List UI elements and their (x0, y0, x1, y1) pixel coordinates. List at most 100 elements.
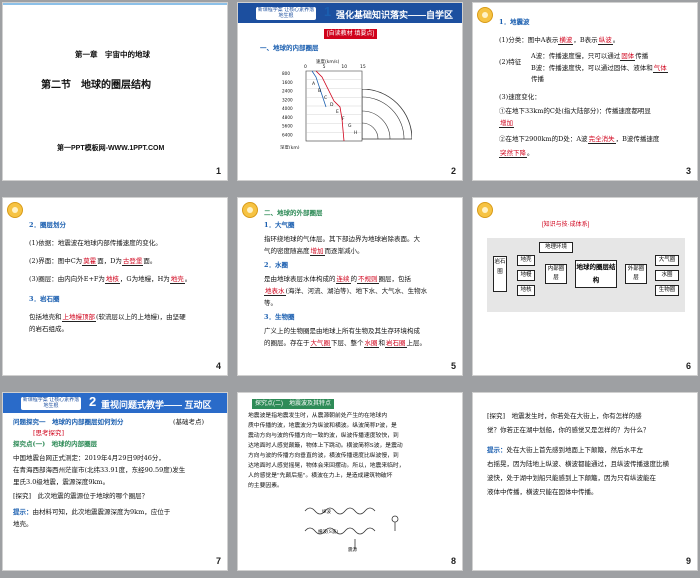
medal-icon (242, 202, 258, 218)
heading: 二、地球的外部圈层 (264, 209, 323, 217)
text-line: 广义上的生物圈是由地球上所有生物及其生存环境构成 (264, 327, 420, 335)
medal-icon (477, 7, 493, 23)
axis-label: 深度(km) (280, 144, 300, 149)
point-label: B (318, 88, 321, 94)
map-node-inner: 内部圈层 (545, 264, 567, 284)
point-label: E (336, 109, 339, 115)
slide-thumbnail-2[interactable]: 新课程学案 让核心素养落地生根 1 强化基础知识落实——自学区 [自读教材 填要… (237, 2, 463, 181)
y-tick-label: 5600 (282, 124, 293, 129)
tag-label: [知识与技·成体系] (542, 222, 590, 228)
axis-label: 速度(km/s) (316, 58, 340, 65)
text-line: 的圈层。存在于大气圈下层、整个水圈和岩石圈上层。 (264, 339, 426, 348)
x-tick-label: 15 (360, 64, 366, 70)
map-node-lithosphere: 岩石圈 (493, 256, 507, 292)
slide-number: 8 (450, 556, 456, 566)
text-line: 的主要因素。 (248, 483, 283, 489)
slide-thumbnail-1[interactable]: 第一章 宇宙中的地球 第二节 地球的圈层结构 第一PPT模板网-WWW.1PPT… (2, 2, 228, 181)
y-tick-label: 800 (282, 71, 290, 76)
text-line: 地壳。 (13, 520, 33, 528)
caption: 震源 (348, 548, 357, 553)
text-line: 在青海西部海西州茫崖市(北纬33.91度，东经90.59度)发生 (13, 466, 186, 474)
y-tick-label: 2400 (282, 89, 293, 94)
text-line: 地表水(海洋、河流、湖泊等)、地下水、大气水、生物水 (264, 287, 428, 296)
text-line: ①在地下33km的C处(指大陆部分)：传播速度都明显 (499, 107, 651, 115)
slide-thumbnail-6[interactable]: [知识与技·成体系] 地理环境 岩石圈 地壳 地幔 地核 内部圈层 地球的圈层结… (472, 197, 698, 376)
slide-thumbnail-9[interactable]: [探究] 地震发生时，你若处在大街上，你有怎样的感 觉？你若正在湖中划船，你的感… (472, 392, 698, 571)
slide-number: 4 (215, 361, 221, 371)
banner-title: 强化基础知识落实——自学区 (336, 10, 454, 20)
x-tick-label: 0 (304, 64, 307, 70)
slide-thumbnail-4[interactable]: 2．圈层划分 (1)依据：地震波在地球内部传播速度的变化。 (2)界面：图中C为… (2, 197, 228, 376)
y-tick-label: 4800 (282, 115, 293, 120)
point-label: H (354, 130, 357, 136)
map-node-mantle: 地幔 (517, 270, 535, 281)
text-line: 提示：由材料可知，此次地震震源深度为9km，应位于 (13, 508, 171, 516)
y-tick-label: 4000 (282, 106, 293, 111)
banner-title: 重视问题式教学—— 互动区 (101, 400, 212, 410)
text-line: (3)圈层：由内向外E+F为地核，G为地幔，H为地壳。 (29, 275, 192, 284)
question-note: (基础考点) (173, 418, 205, 426)
slide-number: 2 (450, 166, 456, 176)
heading: 2．水圈 (264, 261, 289, 269)
text-line: [探究] 此次地震的震源位于地球的哪个圈层？ (13, 492, 149, 500)
point-label: C (324, 95, 327, 101)
text-line: A波：传播速度慢，只可以通过固体传播 (531, 52, 649, 61)
section-number: 1 (324, 4, 332, 19)
map-node-env: 地理环境 (539, 242, 573, 253)
slide-number: 3 (685, 166, 691, 176)
map-node-outer: 外部圈层 (625, 264, 647, 284)
text-line: 觉？你若正在湖中划船，你的感觉又是怎样的？为什么？ (487, 426, 650, 434)
earth-section-diagram (362, 89, 412, 140)
map-node-core: 地核 (517, 285, 535, 296)
text-line: 里氏3.0级地震，震源深度9km。 (13, 478, 110, 486)
slide-number: 6 (685, 361, 691, 371)
text-line: 是由地球表层水体构成的连续的不规则圈层，包括 (264, 275, 411, 284)
logo: 新课程学案 让核心素养落地生根 (21, 397, 81, 410)
heading: 一、地球的内部圈层 (260, 44, 319, 52)
logo: 新课程学案 让核心素养落地生根 (256, 7, 316, 20)
text-line: 包括地壳和上地幔顶部(软流层以上的上地幔)，由坚硬 (29, 313, 186, 322)
point-label: D (330, 102, 334, 108)
text-line: 气的密度随高度增加而逐渐减小。 (264, 247, 364, 256)
footer-watermark: 第一PPT模板网-WWW.1PPT.COM (57, 145, 165, 152)
text-line: (3)速度变化： (499, 93, 541, 101)
slide-number: 5 (450, 361, 456, 371)
map-node-biosphere: 生物圈 (655, 285, 679, 296)
tag-label: 探究点(二) 地震波及其特点 (252, 399, 334, 409)
text-line: 突然下降。 (499, 149, 534, 158)
point-label: A (312, 81, 316, 87)
heading: 1．地震波 (499, 18, 530, 26)
caption: 纵波 (322, 510, 331, 515)
heading: 2．圈层划分 (29, 221, 67, 229)
heading: 3．岩石圈 (29, 295, 60, 303)
medal-icon (477, 202, 493, 218)
inquiry-heading: 探究点(一) 地球的内部圈层 (13, 440, 98, 448)
heading: 3．生物圈 (264, 313, 295, 321)
text-line: 液体中传播，横波只能在固体中传播。 (487, 488, 598, 496)
slide-thumbnail-5[interactable]: 二、地球的外部圈层 1．大气圈 指环绕地球的气体层。其下部边界为地球岩除表面。大… (237, 197, 463, 376)
question-title: 问题探究一 地球的内部圈层如何划分 (13, 418, 124, 426)
text-line: (2)界面：图中C为莫霍面，D为古登堡面。 (29, 257, 157, 266)
text-line: 右摇晃，因为陆地上纵波、横波都能通过，且纵波传播速度比横 (487, 460, 669, 468)
section-number: 2 (89, 394, 97, 409)
point-label: G (348, 123, 352, 129)
slide-thumbnail-7[interactable]: 新课程学案 让核心素养落地生根 2 重视问题式教学—— 互动区 问题探究一 地球… (2, 392, 228, 571)
chapter-title: 第一章 宇宙中的地球 (75, 50, 150, 59)
text-line: (2)特征 (499, 58, 522, 66)
text-line: 增加 (499, 119, 514, 128)
text-line: (1)分类：图中A表示横波，B表示纵波。 (499, 36, 620, 45)
tag-label: [自读教材 填要点] (324, 29, 378, 39)
slide-number: 9 (685, 556, 691, 566)
text-line: 等。 (264, 299, 277, 307)
y-tick-label: 1600 (282, 80, 293, 85)
text-line: 的岩石组成。 (29, 325, 68, 333)
map-node-crust: 地壳 (517, 255, 535, 266)
text-line: 指环绕地球的气体层。其下部边界为地球岩除表面。大 (264, 235, 420, 243)
text-line: 传播 (531, 75, 544, 83)
slide-thumbnail-3[interactable]: 1．地震波 (1)分类：图中A表示横波，B表示纵波。 (2)特征 A波：传播速度… (472, 2, 698, 181)
slide-thumbnail-8[interactable]: 探究点(二) 地震波及其特点 地震波是指地震发生时，从震源朝前处产生的在地球内 … (237, 392, 463, 571)
map-node-center: 地球的圈层结构 (575, 260, 617, 288)
medal-icon (7, 202, 23, 218)
map-node-atmosphere: 大气圈 (655, 255, 679, 266)
text-line: 提示：处在大街上首先感到地面上下颠簸，然后水平左 (487, 446, 643, 454)
